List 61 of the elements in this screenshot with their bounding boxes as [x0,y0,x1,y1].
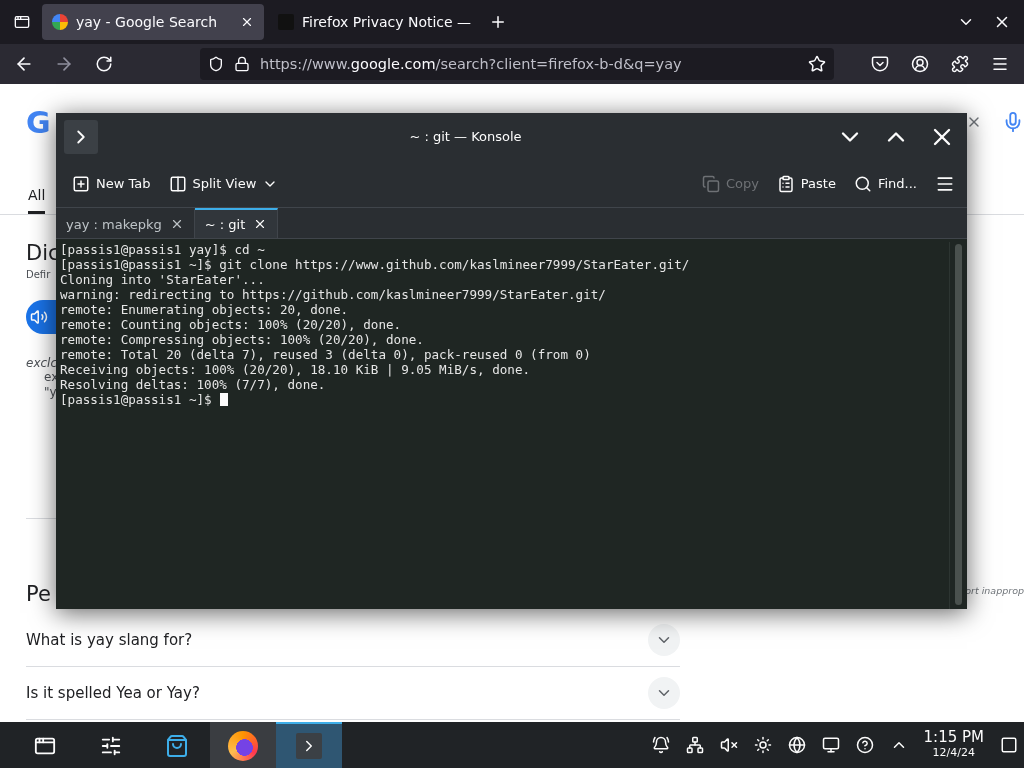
terminal-line: [passis1@passis1 ~]$ git clone https://www.github.com/kaslmineer7999/StarEater.git/ [60,257,690,272]
toolbar-button[interactable]: Paste [776,174,836,193]
question-row[interactable]: Is it spelled Yea or Yay? [26,667,680,720]
clock[interactable]: 1:15 PM 12/4/24 [923,730,984,760]
taskbar-app[interactable] [210,722,276,768]
terminal-line: Resolving deltas: 100% (7/7), done. [60,377,326,392]
sliders-icon [100,735,122,757]
section-heading: Pe [26,582,51,606]
url-text: https://www.google.com/search?client=firefox-b-d&q=yay [260,56,683,72]
terminal-icon [64,119,98,154]
toolbar-button[interactable]: Split View [168,174,279,193]
browser-icon [228,731,258,761]
muted-speaker-icon[interactable] [719,736,738,754]
cursor [219,393,228,406]
star-icon[interactable] [808,55,826,73]
terminal-tab[interactable]: ~ : git [194,208,279,238]
search-tab[interactable]: All [28,187,46,214]
toolbar-button[interactable]: Find... [853,174,917,193]
show-desktop-icon[interactable] [1000,736,1018,754]
favicon-icon [52,14,68,30]
display-icon[interactable] [821,736,840,754]
close-icon[interactable] [240,15,254,29]
window-title: ~ : git — Konsole [408,129,523,144]
shopping-bag-icon [165,734,189,758]
terminal-line: remote: Total 20 (delta 7), reused 3 (delta 0), pack-reused 0 (from 0) [60,347,591,362]
terminal-line: remote: Enumerating objects: 20, done. [60,302,349,317]
terminal-line: [passis1@passis1 yay]$ cd ~ [60,242,265,257]
subheading: Defir [26,269,51,280]
bell-icon[interactable] [651,736,670,754]
address-bar[interactable]: https://www.google.com/search?client=firefox-b-d&q=yay [200,48,834,80]
toolbar-button[interactable]: New Tab [72,174,151,193]
browser-tab[interactable]: Firefox Privacy Notice — [268,4,478,40]
scrollbar-thumb[interactable] [955,244,962,605]
launcher-icon [34,735,56,757]
terminal-line: remote: Counting objects: 100% (20/20), done. [60,317,402,332]
logo[interactable]: G [26,104,51,140]
terminal-line: Receiving objects: 100% (20/20), 18.10 KiB | 9.05 MiB/s, done. [60,362,531,377]
browser-tab[interactable]: yay - Google Search [42,4,264,40]
brightness-icon[interactable] [753,736,772,754]
network-icon[interactable] [685,736,704,754]
new-tab-icon [72,174,90,193]
search-icon [853,174,872,193]
note-text: exclc [26,356,57,370]
copy-icon [701,174,720,193]
lock-icon [234,56,250,72]
speaker-icon[interactable] [26,300,56,334]
terminal-tab[interactable]: yay : makepkg [56,208,195,238]
split-view-icon [168,174,187,193]
question-row[interactable]: What is yay slang for? [26,614,680,667]
terminal-area[interactable] [56,239,967,609]
globe-icon[interactable] [787,736,806,754]
clipboard-icon [776,174,795,193]
example-text: "y [44,385,57,400]
heading: Dic [26,241,60,265]
terminal-icon [296,733,322,759]
terminal-prompt: [passis1@passis1 ~]$ [60,392,212,407]
terminal-line: remote: Compressing objects: 100% (20/20), done. [60,332,424,347]
terminal-line: Cloning into 'StarEater'... [60,272,265,287]
help-icon[interactable] [855,736,874,754]
shield-icon [208,56,224,72]
terminal-line: warning: redirecting to https://github.com/kaslmineer7999/StarEater.git/ [60,287,606,302]
